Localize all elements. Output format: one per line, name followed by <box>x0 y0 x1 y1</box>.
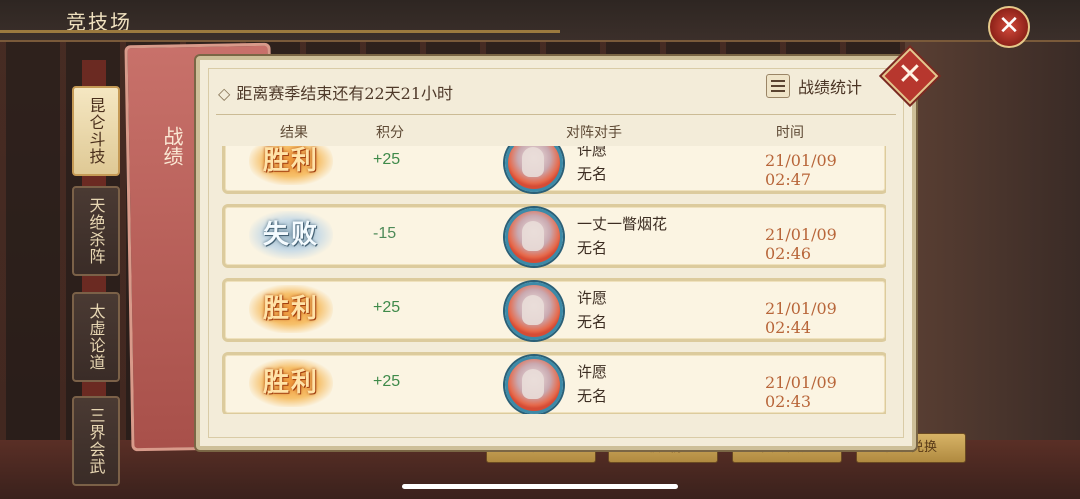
header-points: 积分 <box>376 125 404 141</box>
header-result: 结果 <box>280 125 308 141</box>
opponent-name: 许愿 <box>577 363 608 381</box>
opponent-subtitle: 无名 <box>577 165 608 183</box>
home-indicator[interactable] <box>402 484 678 489</box>
top-ornament <box>0 30 560 33</box>
header-opponent: 对阵对手 <box>566 125 622 141</box>
opponent-name: 许愿 <box>577 289 608 307</box>
close-icon: ✕ <box>897 57 923 92</box>
opponent-subtitle: 无名 <box>577 387 608 405</box>
side-tab-taixu[interactable]: 太虚论道 <box>72 292 120 382</box>
avatar[interactable] <box>505 356 563 414</box>
table-row[interactable]: 失败 -15 一丈一瞥烟花 无名 21/01/09 02:46 <box>222 204 886 268</box>
diamond-icon: ◇ <box>218 84 231 103</box>
header-divider <box>216 114 896 115</box>
header-time: 时间 <box>776 125 804 141</box>
stats-button[interactable]: 战绩统计 <box>766 74 862 98</box>
match-time: 21/01/09 02:47 <box>765 151 837 189</box>
top-bar: 竞技场 <box>0 0 1080 42</box>
table-row[interactable]: 胜利 +25 许愿 无名 21/01/09 02:44 <box>222 278 886 342</box>
avatar[interactable] <box>505 208 563 266</box>
avatar[interactable] <box>505 282 563 340</box>
stats-button-label: 战绩统计 <box>798 78 863 97</box>
records-list[interactable]: 胜利 +25 许愿 无名 21/01/09 02:47 失败 -15 一丈一瞥烟… <box>216 146 886 414</box>
table-row[interactable]: 胜利 +25 许愿 无名 21/01/09 02:47 <box>222 146 886 194</box>
result-badge: 胜利 <box>249 285 333 333</box>
table-row[interactable]: 胜利 +25 许愿 无名 21/01/09 02:43 <box>222 352 886 414</box>
opponent-name: 一丈一瞥烟花 <box>577 215 668 233</box>
points-value: +25 <box>373 299 401 316</box>
records-dialog: ◇ 距离赛季结束还有22天21小时 战绩统计 结果 积分 对阵对手 时间 胜利 +… <box>196 56 916 450</box>
result-badge: 失败 <box>249 211 333 259</box>
result-badge: 胜利 <box>249 359 333 407</box>
side-tab-tianjue[interactable]: 天绝杀阵 <box>72 186 120 276</box>
points-value: +25 <box>373 373 401 390</box>
match-time: 21/01/09 02:44 <box>765 299 837 337</box>
background-right-panel <box>905 40 1080 460</box>
match-time: 21/01/09 02:43 <box>765 373 837 411</box>
countdown-text: 距离赛季结束还有22天21小时 <box>236 84 454 103</box>
opponent-name: 许愿 <box>577 146 608 159</box>
match-time: 21/01/09 02:46 <box>765 225 837 263</box>
dialog-tab-label: 战绩 <box>160 126 184 166</box>
season-countdown: ◇ 距离赛季结束还有22天21小时 <box>218 80 453 104</box>
opponent-subtitle: 无名 <box>577 239 608 257</box>
result-badge: 胜利 <box>249 146 333 185</box>
side-tab-kunlun[interactable]: 昆仑斗技 <box>72 86 120 176</box>
points-value: -15 <box>373 225 397 242</box>
opponent-subtitle: 无名 <box>577 313 608 331</box>
close-icon[interactable]: ✕ <box>988 6 1030 48</box>
list-icon <box>766 74 790 98</box>
points-value: +25 <box>373 151 401 168</box>
avatar[interactable] <box>505 146 563 192</box>
side-tab-sanjie[interactable]: 三界会武 <box>72 396 120 486</box>
table-header: 结果 积分 对阵对手 时间 <box>200 120 912 142</box>
